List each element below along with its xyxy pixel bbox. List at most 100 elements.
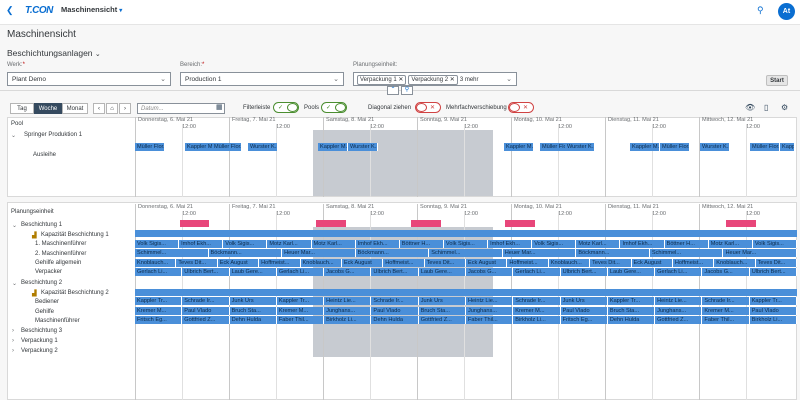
assignment-bar[interactable]: Heuer Mar... — [282, 249, 356, 257]
assignment-bar[interactable]: Böttner H... — [399, 240, 444, 248]
assignment-bar[interactable]: Junghans... — [466, 307, 514, 315]
assignment-bar[interactable]: Dehn Hulda — [607, 316, 656, 324]
pool-assignment[interactable]: Müller Flor... — [212, 143, 242, 151]
section-selector[interactable]: Beschichtungsanlagen ⌄ — [7, 48, 101, 58]
chevron-right-icon[interactable]: › — [12, 328, 14, 334]
assignment-bar[interactable]: Volk Sigis... — [443, 240, 489, 248]
assignment-bar[interactable]: Volk Sigis... — [135, 240, 180, 248]
search-icon[interactable]: ⚲ — [757, 5, 764, 16]
werk-select[interactable]: Plant Demo ⌄ — [7, 72, 171, 86]
assignment-bar[interactable]: Hoffmeist... — [259, 259, 301, 267]
planung-multiselect[interactable]: Verpackung 1 ✕ Verpackung 2 ✕ 3 mehr ⌄ — [353, 72, 517, 86]
assignment-bar[interactable]: Imhof Ekh... — [179, 240, 224, 248]
assignment-bar[interactable]: Heuer Mar... — [723, 249, 797, 257]
assignment-bar[interactable]: Dehn Hulda — [371, 316, 419, 324]
capacity-marker[interactable] — [411, 220, 441, 227]
assignment-bar[interactable]: Laub Gere... — [607, 268, 656, 276]
assignment-bar[interactable]: Faber Thil... — [702, 316, 750, 324]
assignment-bar[interactable]: Kremer M... — [276, 307, 325, 315]
assignment-bar[interactable]: Volk Sigis... — [532, 240, 577, 248]
chevron-down-icon[interactable]: ⌄ — [12, 222, 17, 229]
assignment-bar[interactable]: Teves Dit... — [176, 259, 218, 267]
pool-assignment[interactable]: Wurster K... — [565, 143, 595, 151]
assignment-bar[interactable]: Jacobs G... — [702, 268, 750, 276]
assignment-bar[interactable]: Eck August — [341, 259, 384, 267]
assignment-bar[interactable]: Schrade Ir... — [513, 297, 561, 305]
assignment-bar[interactable]: Bruch Sta... — [607, 307, 656, 315]
app-logo[interactable]: T.CON — [25, 5, 53, 16]
pool-assignment[interactable]: Kappler M... — [318, 143, 348, 151]
assignment-bar[interactable]: Gerlach Li... — [135, 268, 183, 276]
chevron-right-icon[interactable]: › — [12, 348, 14, 354]
assignment-bar[interactable]: Motz Karl... — [576, 240, 621, 248]
assignment-bar[interactable]: Kappler Tr... — [276, 297, 325, 305]
export-icon[interactable]: ▯ — [764, 103, 768, 112]
assignment-bar[interactable]: Gerlach Li... — [655, 268, 703, 276]
pool-assignment[interactable]: Wurster K... — [700, 143, 730, 151]
assignment-bar[interactable]: Gottfried Z... — [655, 316, 703, 324]
pin-header-icon[interactable]: ⚲ — [401, 86, 413, 95]
assignment-bar[interactable]: Kappler Tr... — [607, 297, 656, 305]
assignment-bar[interactable]: Knoblauch... — [300, 259, 342, 267]
token[interactable]: Verpackung 2 ✕ — [408, 75, 458, 85]
assignment-bar[interactable]: Böckmann... — [576, 249, 650, 257]
assignment-bar[interactable]: Fritsch Eg... — [135, 316, 183, 324]
tab-tag[interactable]: Tag — [10, 103, 34, 114]
assignment-bar[interactable]: Dehn Hulda — [229, 316, 277, 324]
assignment-bar[interactable]: Teves Dit... — [755, 259, 797, 267]
assignment-bar[interactable]: Paul Vlado — [749, 307, 797, 315]
assignment-bar[interactable]: Ulbrich Bert... — [371, 268, 419, 276]
bereich-select[interactable]: Production 1 ⌄ — [180, 72, 344, 86]
prev-icon[interactable]: ‹ — [93, 103, 105, 114]
assignment-bar[interactable]: Imhof Ekh... — [488, 240, 533, 248]
assignment-bar[interactable]: Paul Vlado — [371, 307, 419, 315]
pool-assignment[interactable]: Müller Flor... — [135, 143, 165, 151]
assignment-bar[interactable]: Volk Sigis... — [223, 240, 268, 248]
tab-woche[interactable]: Woche — [34, 103, 62, 114]
assignment-bar[interactable]: Kremer M... — [702, 307, 750, 315]
assignment-bar[interactable]: Jacobs G... — [466, 268, 514, 276]
pool-assignment[interactable]: Kappler M... — [504, 143, 534, 151]
assignment-bar[interactable]: Hoffmeist... — [507, 259, 549, 267]
token[interactable]: Verpackung 1 ✕ — [357, 75, 407, 85]
assignment-bar[interactable]: Jacobs G... — [324, 268, 372, 276]
chevron-right-icon[interactable]: › — [12, 338, 14, 344]
next-icon[interactable]: › — [119, 103, 131, 114]
assignment-bar[interactable]: Hoffmeist... — [672, 259, 715, 267]
assignment-bar[interactable]: Kappler Tr... — [749, 297, 797, 305]
chevron-down-icon[interactable]: ⌄ — [11, 132, 16, 139]
assignment-bar[interactable]: Schimmel... — [135, 249, 209, 257]
assignment-bar[interactable]: Junk Urs — [229, 297, 277, 305]
assignment-bar[interactable]: Imhof Ekh... — [355, 240, 400, 248]
assignment-bar[interactable]: Heuer Mar... — [502, 249, 577, 257]
assignment-bar[interactable]: Hoffmeist... — [383, 259, 425, 267]
assignment-bar[interactable]: Gottfried Z... — [182, 316, 230, 324]
assignment-bar[interactable]: Motz Karl... — [311, 240, 356, 248]
pool-assignment[interactable]: Müller Flor... — [750, 143, 780, 151]
assignment-bar[interactable]: Böckmann... — [208, 249, 283, 257]
home-icon[interactable]: ⌂ — [106, 103, 118, 114]
assignment-bar[interactable]: Junk Urs — [418, 297, 466, 305]
assignment-bar[interactable]: Gerlach Li... — [276, 268, 325, 276]
assignment-bar[interactable]: Heintz Lie... — [324, 297, 372, 305]
assignment-bar[interactable]: Kappler Tr... — [135, 297, 183, 305]
pool-assignment[interactable]: Kappler M... — [780, 143, 795, 151]
assignment-bar[interactable]: Schrade Ir... — [182, 297, 230, 305]
assignment-bar[interactable]: Schimmel... — [429, 249, 503, 257]
assignment-bar[interactable]: Teves Dit... — [424, 259, 466, 267]
view-icon[interactable]: 👁 — [745, 103, 755, 112]
assignment-bar[interactable]: Eck August — [466, 259, 508, 267]
pools-switch[interactable]: ✓ — [321, 102, 347, 113]
mehrfach-switch[interactable]: ✕ — [508, 102, 534, 113]
assignment-bar[interactable]: Faber Thil... — [466, 316, 514, 324]
assignment-bar[interactable]: Bruch Sta... — [229, 307, 277, 315]
capacity-marker[interactable] — [316, 220, 346, 227]
start-button[interactable]: Start — [766, 75, 788, 86]
pool-assignment[interactable]: Wurster K... — [248, 143, 278, 151]
capacity-marker[interactable] — [726, 220, 756, 227]
assignment-bar[interactable]: Birkholz Li... — [513, 316, 561, 324]
settings-icon[interactable]: ⚙ — [781, 103, 788, 112]
assignment-bar[interactable]: Schimmel... — [649, 249, 724, 257]
capacity-marker[interactable] — [505, 220, 535, 227]
assignment-bar[interactable]: Faber Thil... — [276, 316, 325, 324]
